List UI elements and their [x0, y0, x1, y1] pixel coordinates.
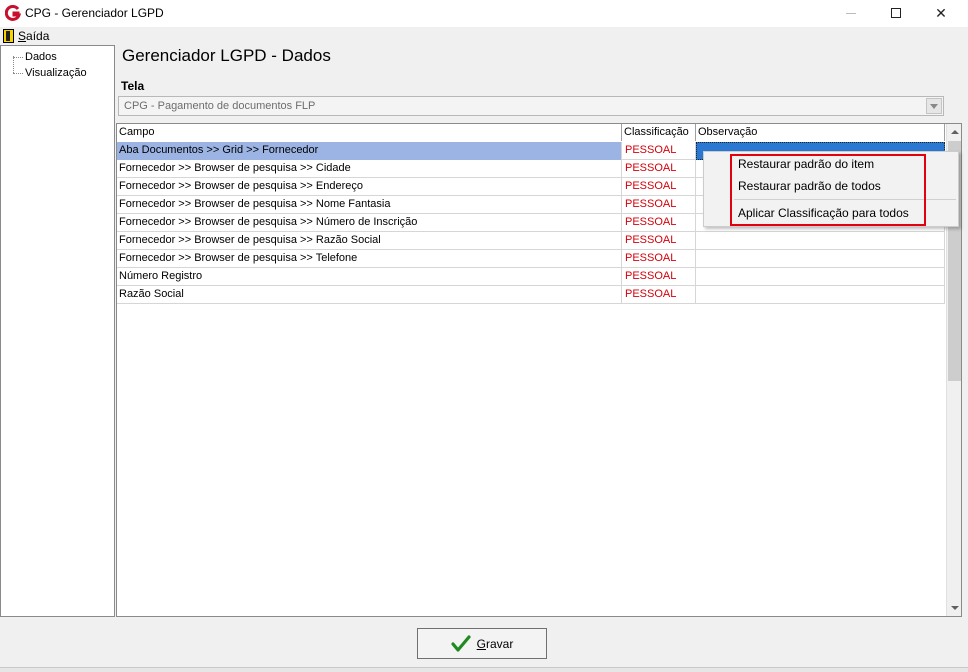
tela-select[interactable]: CPG - Pagamento de documentos FLP — [118, 96, 944, 116]
menu-item-restore-all[interactable]: Restaurar padrão de todos — [738, 177, 881, 195]
navigation-tree: Dados Visualização — [0, 45, 115, 617]
cell-observacao[interactable] — [696, 232, 945, 250]
table-row[interactable]: Razão Social PESSOAL — [117, 286, 945, 304]
maximize-icon — [891, 8, 901, 18]
app-window: CPG - Gerenciador LGPD ✕ Saída Dados Vis… — [0, 0, 968, 672]
close-button[interactable]: ✕ — [918, 0, 964, 27]
cell-classificacao[interactable]: PESSOAL — [622, 286, 696, 304]
exit-door-icon — [3, 29, 14, 43]
cell-campo[interactable]: Fornecedor >> Browser de pesquisa >> End… — [117, 178, 622, 196]
cell-classificacao[interactable]: PESSOAL — [622, 160, 696, 178]
column-header-campo[interactable]: Campo — [117, 124, 622, 141]
column-header-observacao[interactable]: Observação — [696, 124, 945, 141]
cell-campo[interactable]: Aba Documentos >> Grid >> Fornecedor — [117, 142, 622, 160]
page-title: Gerenciador LGPD - Dados — [122, 46, 331, 65]
cell-campo[interactable]: Fornecedor >> Browser de pesquisa >> Nom… — [117, 196, 622, 214]
maximize-button[interactable] — [873, 0, 919, 27]
table-row[interactable]: Número Registro PESSOAL — [117, 268, 945, 286]
scroll-down-icon[interactable] — [947, 600, 961, 616]
cell-observacao[interactable] — [696, 268, 945, 286]
cell-classificacao[interactable]: PESSOAL — [622, 142, 696, 160]
title-bar: CPG - Gerenciador LGPD ✕ — [0, 0, 968, 27]
cell-observacao[interactable] — [696, 286, 945, 304]
cell-campo[interactable]: Fornecedor >> Browser de pesquisa >> Raz… — [117, 232, 622, 250]
app-logo-icon — [5, 5, 21, 21]
tela-select-value: CPG - Pagamento de documentos FLP — [124, 100, 316, 112]
bottom-edge — [0, 667, 968, 672]
menu-item-restore-item[interactable]: Restaurar padrão do item — [738, 155, 874, 173]
cell-campo[interactable]: Número Registro — [117, 268, 622, 286]
chevron-down-icon[interactable] — [926, 98, 942, 114]
checkmark-icon — [451, 634, 471, 652]
cell-observacao[interactable] — [696, 250, 945, 268]
cell-campo[interactable]: Fornecedor >> Browser de pesquisa >> Tel… — [117, 250, 622, 268]
column-header-classificacao[interactable]: Classificação — [622, 124, 696, 141]
cell-classificacao[interactable]: PESSOAL — [622, 214, 696, 232]
table-row[interactable]: Fornecedor >> Browser de pesquisa >> Tel… — [117, 250, 945, 268]
tree-item-dados[interactable]: Dados — [11, 49, 57, 65]
cell-campo[interactable]: Fornecedor >> Browser de pesquisa >> Núm… — [117, 214, 622, 232]
save-button[interactable]: Gravar — [417, 628, 547, 659]
menu-bar: Saída — [0, 27, 968, 45]
cell-campo[interactable]: Fornecedor >> Browser de pesquisa >> Cid… — [117, 160, 622, 178]
close-icon: ✕ — [935, 5, 947, 21]
cell-classificacao[interactable]: PESSOAL — [622, 232, 696, 250]
save-button-label: Gravar — [476, 636, 514, 651]
menu-item-apply-classification-all[interactable]: Aplicar Classificação para todos — [738, 204, 909, 222]
context-menu: Restaurar padrão do item Restaurar padrã… — [703, 151, 959, 227]
cell-classificacao[interactable]: PESSOAL — [622, 196, 696, 214]
cell-classificacao[interactable]: PESSOAL — [622, 250, 696, 268]
cell-classificacao[interactable]: PESSOAL — [622, 268, 696, 286]
tree-item-visualizacao[interactable]: Visualização — [11, 65, 87, 81]
scroll-up-icon[interactable] — [947, 124, 961, 140]
menu-exit[interactable]: Saída — [3, 28, 49, 44]
cell-campo[interactable]: Razão Social — [117, 286, 622, 304]
minimize-button[interactable] — [828, 0, 874, 27]
grid-header: Campo Classificação Observação — [117, 124, 945, 141]
minimize-icon — [846, 13, 856, 14]
window-title: CPG - Gerenciador LGPD — [25, 6, 164, 20]
table-row[interactable]: Fornecedor >> Browser de pesquisa >> Raz… — [117, 232, 945, 250]
menu-exit-label: Saída — [18, 29, 50, 43]
tela-label: Tela — [121, 79, 145, 93]
menu-divider — [734, 199, 956, 200]
cell-classificacao[interactable]: PESSOAL — [622, 178, 696, 196]
